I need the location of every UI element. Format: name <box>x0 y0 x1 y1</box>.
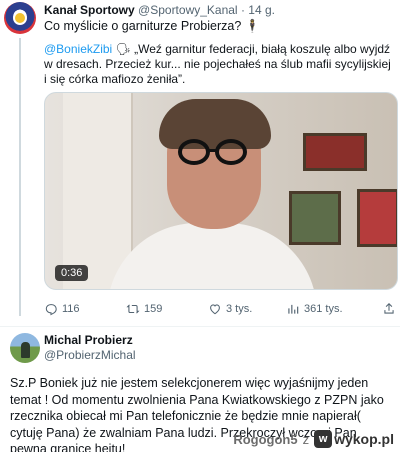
like-button[interactable]: 3 tys. <box>208 302 252 316</box>
video-player[interactable]: 0:36 <box>44 92 398 290</box>
wall-picture <box>289 191 341 245</box>
author-handle[interactable]: @ProbierzMichal <box>44 348 136 362</box>
tweet-quoted[interactable]: Kanał Sportowy @Sportowy_Kanal · 14 g. C… <box>0 0 400 326</box>
retweet-icon <box>126 304 140 314</box>
tweet-text: Co myślicie o garniturze Probierza? 🕴 <box>44 19 261 33</box>
reply-icon <box>45 304 57 316</box>
mention-link[interactable]: @BoniekZibi <box>44 42 112 56</box>
views-button[interactable]: 361 tys. <box>286 302 343 316</box>
tweet-header: Kanał Sportowy @Sportowy_Kanal · 14 g. <box>44 3 275 17</box>
retweet-count: 159 <box>144 303 163 315</box>
speaking-head-emoji: 🗣 <box>115 42 131 56</box>
wall-picture <box>357 189 397 247</box>
reply-button[interactable]: 116 <box>44 302 80 316</box>
separator-dot: · <box>240 3 245 17</box>
wykop-logo-icon: w <box>314 430 333 448</box>
avatar[interactable] <box>4 2 36 34</box>
watermark-site: wykop.pl <box>334 431 394 447</box>
share-button[interactable] <box>382 302 396 316</box>
share-icon <box>384 303 394 314</box>
author-handle[interactable]: @Sportowy_Kanal <box>138 3 238 17</box>
author-name[interactable]: Michal Probierz <box>44 333 133 347</box>
watermark-user: Rogogon5 <box>233 431 298 447</box>
video-duration: 0:36 <box>55 265 89 281</box>
watermark: Rogogon5 z w wykop.pl <box>233 429 394 449</box>
heart-icon <box>210 304 220 315</box>
watermark-z: z <box>302 431 310 447</box>
views-count: 361 tys. <box>304 303 343 315</box>
views-chart-icon <box>288 304 299 314</box>
thread-line <box>19 38 21 316</box>
wall-picture <box>303 133 367 171</box>
reply-count: 116 <box>62 303 80 315</box>
quoted-text: @BoniekZibi 🗣 „Weź garnitur federacji, b… <box>44 42 396 87</box>
avatar[interactable] <box>10 333 40 363</box>
retweet-button[interactable]: 159 <box>126 302 162 316</box>
like-count: 3 tys. <box>226 303 253 315</box>
tweet-actions: 116 159 3 tys. 361 tys. <box>44 302 398 318</box>
wykop-logo: w wykop.pl <box>314 430 394 448</box>
tweet-time[interactable]: 14 g. <box>248 3 275 17</box>
author-name[interactable]: Kanał Sportowy <box>44 3 135 17</box>
